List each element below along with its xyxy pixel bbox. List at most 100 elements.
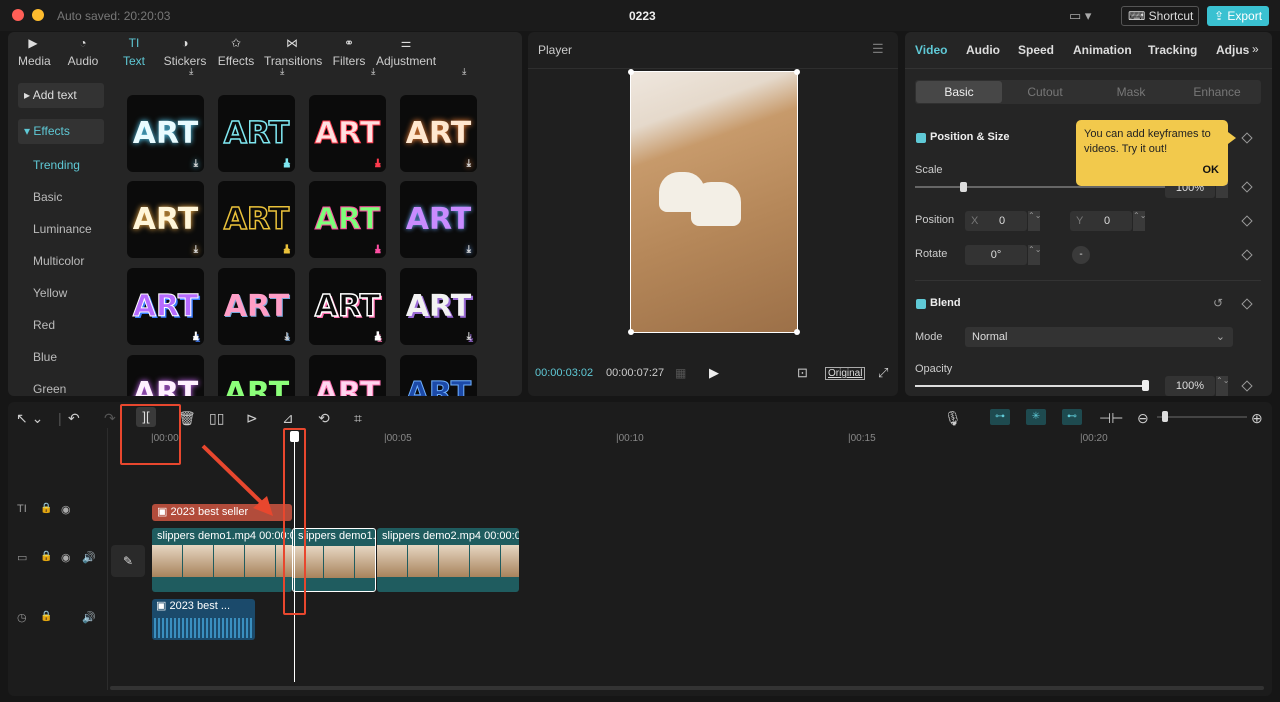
- video-clip[interactable]: slippers demo1.mp4 00:00:03: [152, 528, 292, 592]
- layout-icon[interactable]: ▭ ▾: [1069, 8, 1091, 24]
- rotate-dial-icon[interactable]: -: [1072, 246, 1090, 264]
- effect-card[interactable]: ART ⤓: [218, 181, 295, 258]
- rotate-stepper[interactable]: ⌃⌄: [1028, 245, 1041, 265]
- reset-icon[interactable]: ↺: [1213, 296, 1223, 310]
- blend-checkbox[interactable]: [916, 299, 926, 309]
- nav-item-luminance[interactable]: Luminance: [33, 222, 92, 236]
- toolbar-filters[interactable]: ⚭ Filters: [332, 36, 366, 68]
- fullscreen-icon[interactable]: ⤢: [878, 365, 888, 381]
- mode-select[interactable]: Normal ⌄: [965, 327, 1233, 347]
- screenshot-icon[interactable]: ⊡: [797, 365, 808, 381]
- lock-icon[interactable]: 🔒: [40, 551, 52, 562]
- scale-slider-track[interactable]: [915, 186, 1165, 188]
- nav-item-basic[interactable]: Basic: [33, 190, 62, 204]
- effect-card[interactable]: ART ⤓: [127, 268, 204, 345]
- subtab-enhance[interactable]: Enhance: [1174, 81, 1260, 103]
- eye-icon[interactable]: ◉: [61, 503, 71, 516]
- shortcut-button[interactable]: ⌨ Shortcut: [1121, 6, 1199, 26]
- nav-item-blue[interactable]: Blue: [33, 350, 57, 364]
- speaker-icon[interactable]: 🔊: [82, 551, 96, 564]
- undo-icon[interactable]: ↶: [68, 410, 80, 427]
- opacity-slider-thumb[interactable]: [1142, 380, 1149, 391]
- original-ratio-button[interactable]: Original: [825, 367, 866, 380]
- nav-item-trending[interactable]: Trending: [33, 158, 80, 172]
- cover-edit-icon[interactable]: ✎: [111, 545, 145, 577]
- scale-slider-thumb[interactable]: [960, 182, 967, 192]
- microphone-icon[interactable]: 🎙: [944, 410, 962, 427]
- tab-audio[interactable]: Audio: [966, 43, 1000, 57]
- subtab-mask[interactable]: Mask: [1088, 81, 1174, 103]
- grid-icon[interactable]: ▦: [675, 366, 686, 380]
- effects-category[interactable]: ▾ Effects: [18, 119, 104, 144]
- tooltip-ok-button[interactable]: OK: [1203, 163, 1220, 178]
- link-icon[interactable]: ✳: [1026, 409, 1046, 425]
- toolbar-media[interactable]: ▶ Media: [18, 36, 51, 68]
- effect-card[interactable]: ART ⤓: [218, 95, 295, 172]
- effect-card[interactable]: ART: [127, 355, 204, 396]
- effect-card[interactable]: ART ⤓: [400, 181, 477, 258]
- effect-card[interactable]: ART ⤓: [127, 95, 204, 172]
- opacity-stepper[interactable]: ⌃⌄: [1216, 376, 1229, 396]
- speaker-icon[interactable]: 🔊: [82, 611, 96, 624]
- zoom-out-icon[interactable]: ⊖: [1137, 410, 1149, 427]
- rotate-icon[interactable]: ⟲: [318, 410, 330, 427]
- video-preview[interactable]: [628, 69, 800, 335]
- freeze-icon[interactable]: ▯▯: [209, 410, 224, 427]
- tab-animation[interactable]: Animation: [1073, 43, 1132, 57]
- lock-icon[interactable]: 🔒: [40, 611, 52, 622]
- toolbar-stickers[interactable]: ◑ Stickers: [163, 36, 207, 68]
- select-tool-icon[interactable]: ↖ ⌄: [16, 410, 43, 427]
- toolbar-audio[interactable]: ◔ Audio: [66, 36, 100, 68]
- opacity-value-input[interactable]: 100%: [1165, 376, 1215, 396]
- rotate-input[interactable]: 0°: [965, 245, 1027, 265]
- corner-handle[interactable]: [628, 69, 634, 75]
- lock-icon[interactable]: 🔒: [40, 503, 52, 514]
- audio-clip[interactable]: ▣ 2023 best ...: [152, 599, 255, 640]
- position-size-checkbox[interactable]: [916, 133, 926, 143]
- eye-icon[interactable]: ◉: [61, 551, 71, 564]
- menu-icon[interactable]: ☰: [872, 41, 884, 57]
- effect-card[interactable]: ART ⤓: [127, 181, 204, 258]
- effect-card[interactable]: ART ⤓: [309, 181, 386, 258]
- effect-card[interactable]: ART: [400, 355, 477, 396]
- nav-item-multicolor[interactable]: Multicolor: [33, 254, 84, 268]
- preview-axis-icon[interactable]: ⊷: [1062, 409, 1082, 425]
- subtab-cutout[interactable]: Cutout: [1002, 81, 1088, 103]
- add-text-button[interactable]: ▸ Add text: [18, 83, 104, 108]
- toolbar-text[interactable]: TI Text: [120, 36, 148, 68]
- toolbar-transitions[interactable]: ⋈ Transitions: [264, 36, 322, 68]
- subtab-basic[interactable]: Basic: [916, 81, 1002, 103]
- corner-handle[interactable]: [628, 329, 634, 335]
- close-window-button[interactable]: [12, 9, 24, 21]
- tab-adjust[interactable]: Adjus: [1216, 43, 1249, 57]
- effect-card[interactable]: ART ⤓: [400, 268, 477, 345]
- nav-item-green[interactable]: Green: [33, 382, 66, 396]
- redo-icon[interactable]: ↷: [104, 410, 116, 427]
- export-button[interactable]: ⇪ Export: [1207, 6, 1269, 26]
- corner-handle[interactable]: [794, 329, 800, 335]
- crop-icon[interactable]: ⌗: [354, 410, 362, 427]
- minimize-window-button[interactable]: [32, 9, 44, 21]
- toolbar-effects[interactable]: ✩ Effects: [217, 36, 255, 68]
- zoom-in-icon[interactable]: ⊕: [1251, 410, 1263, 427]
- effect-card[interactable]: ART: [218, 355, 295, 396]
- toolbar-adjustment[interactable]: ⚌ Adjustment: [376, 36, 436, 68]
- y-stepper[interactable]: ⌃⌄: [1133, 211, 1146, 231]
- effect-card[interactable]: ART ⤓: [400, 95, 477, 172]
- play-icon[interactable]: ▶: [709, 365, 719, 381]
- opacity-slider-track[interactable]: [915, 385, 1147, 387]
- effect-card[interactable]: ART ⤓: [309, 95, 386, 172]
- effect-card[interactable]: ART ⤓: [309, 268, 386, 345]
- video-clip[interactable]: slippers demo2.mp4 00:00:03: [377, 528, 519, 592]
- more-tabs-icon[interactable]: »: [1252, 42, 1259, 56]
- x-stepper[interactable]: ⌃⌄: [1028, 211, 1041, 231]
- tab-tracking[interactable]: Tracking: [1148, 43, 1197, 57]
- reverse-play-icon[interactable]: ⊳: [246, 410, 258, 427]
- effect-card[interactable]: ART: [309, 355, 386, 396]
- nav-item-red[interactable]: Red: [33, 318, 55, 332]
- mirror-icon[interactable]: ⊿: [282, 410, 294, 427]
- corner-handle[interactable]: [794, 69, 800, 75]
- tab-speed[interactable]: Speed: [1018, 43, 1054, 57]
- nav-item-yellow[interactable]: Yellow: [33, 286, 67, 300]
- effect-card[interactable]: ART ⤓: [218, 268, 295, 345]
